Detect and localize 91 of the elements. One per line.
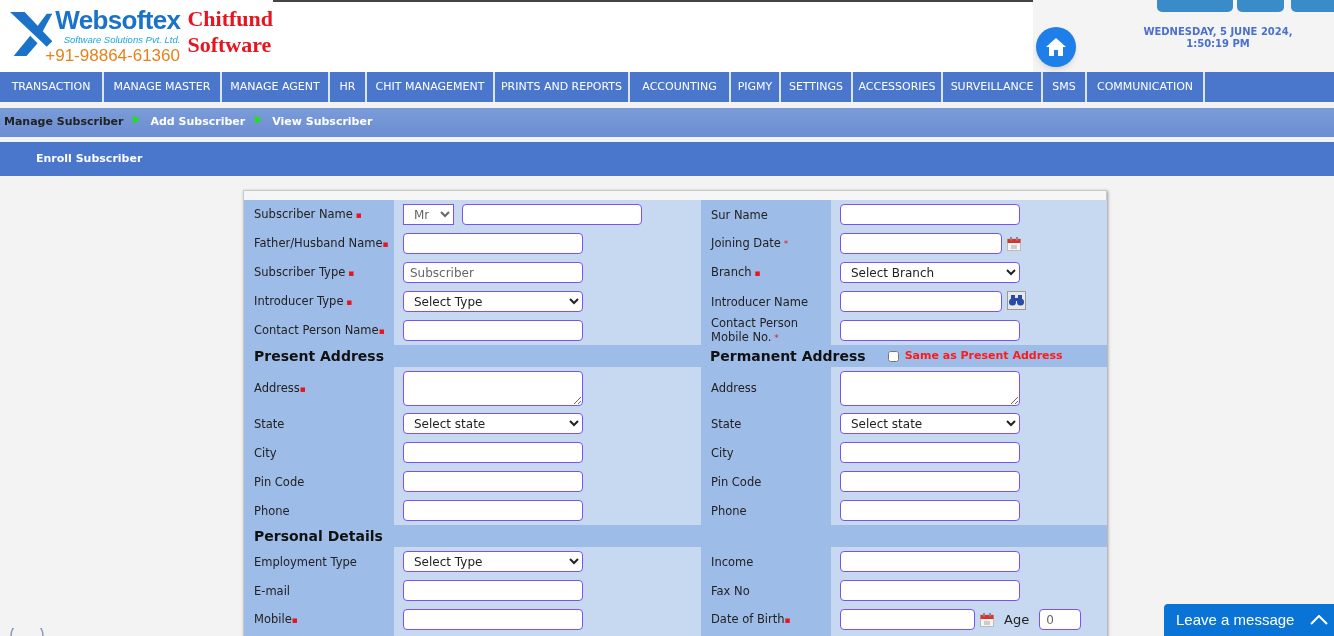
input-field[interactable] xyxy=(840,551,1020,572)
nav-menu-item[interactable]: ACCOUNTING xyxy=(630,72,731,102)
product-name: Software xyxy=(187,32,273,58)
field-label: Joining Date * xyxy=(711,236,789,251)
field-label: Sur Name xyxy=(711,207,768,222)
dropdown[interactable]: Select state xyxy=(403,413,583,434)
phone-number: +91-98864-61360 xyxy=(45,46,181,66)
field-label: Income xyxy=(711,554,754,569)
nav-menu-item[interactable]: PRINTS AND REPORTS xyxy=(495,72,630,102)
field-label: Employment Type xyxy=(254,554,357,569)
field-label: Pin Code xyxy=(711,474,762,489)
nav-menu-item[interactable]: SURVEILLANCE xyxy=(943,72,1043,102)
section-heading: Personal Details xyxy=(254,526,383,546)
nav-menu-item[interactable]: HR xyxy=(330,72,367,102)
nav-menu-item[interactable]: CHIT MANAGEMENT xyxy=(367,72,495,102)
text-area[interactable] xyxy=(840,370,1020,406)
product-name: Chitfund xyxy=(187,6,273,32)
field-label: Introducer Type ▪ xyxy=(254,294,353,309)
field-label: Phone xyxy=(711,503,747,518)
input-field[interactable] xyxy=(840,609,975,630)
nav-menu-item[interactable]: MANAGE MASTER xyxy=(104,72,222,102)
field-label: State xyxy=(254,416,285,431)
field-label: Subscriber Name ▪ xyxy=(254,207,362,222)
home-icon xyxy=(1045,37,1067,57)
field-label: Contact Person Mobile No. * xyxy=(711,316,800,345)
input-field[interactable] xyxy=(403,442,583,463)
section-heading: Present Address xyxy=(254,346,384,366)
input-field[interactable] xyxy=(403,471,583,492)
dropdown[interactable]: Select Branch xyxy=(840,262,1020,283)
input-field[interactable] xyxy=(462,204,642,225)
field-label: Address▪ xyxy=(254,380,306,396)
title-select[interactable]: Mr xyxy=(403,204,454,225)
field-label: Father/Husband Name▪ xyxy=(254,236,389,251)
input-field[interactable] xyxy=(403,233,583,254)
input-field[interactable] xyxy=(403,609,583,630)
section-heading: Permanent Address xyxy=(710,346,866,366)
field-label: Pin Code xyxy=(254,474,305,489)
field-label: Branch ▪ xyxy=(711,265,761,280)
input-field[interactable] xyxy=(403,580,583,601)
calendar-icon[interactable] xyxy=(980,612,994,627)
input-field[interactable] xyxy=(840,204,1020,225)
field-label: Fax No xyxy=(711,583,750,598)
chevron-up-icon xyxy=(1310,615,1328,625)
input-field[interactable] xyxy=(840,233,1002,254)
arrow-icon xyxy=(133,115,141,124)
current-time: 1:50:19 PM xyxy=(1186,38,1250,50)
checkbox-label: Same as Present Address xyxy=(904,347,1063,364)
dropdown[interactable]: Select state xyxy=(840,413,1020,434)
nav-menu-item[interactable]: COMMUNICATION xyxy=(1087,72,1205,102)
nav-menu-item[interactable]: ACCESSORIES xyxy=(853,72,943,102)
nav-menu-item[interactable]: MANAGE AGENT xyxy=(222,72,330,102)
field-label: Subscriber Type ▪ xyxy=(254,265,355,280)
field-label: State xyxy=(711,416,742,431)
chat-label: Leave a message xyxy=(1176,609,1295,630)
input-field[interactable] xyxy=(840,500,1020,521)
field-label: Age xyxy=(1003,610,1031,629)
dropdown[interactable]: Select Type xyxy=(403,551,583,572)
input-field[interactable] xyxy=(840,580,1020,601)
brand-name: Websoftex xyxy=(55,6,181,34)
binoculars-icon[interactable] xyxy=(1007,290,1026,310)
arrow-icon xyxy=(255,115,263,124)
breadcrumb-link[interactable]: Add Subscriber xyxy=(150,114,246,131)
field-label: City xyxy=(711,445,734,460)
breadcrumb-link[interactable]: Manage Subscriber xyxy=(4,114,124,131)
field-label: Address xyxy=(711,381,757,395)
home-button[interactable] xyxy=(1036,27,1076,67)
field-label: Introducer Name xyxy=(711,294,808,309)
nav-menu-item[interactable]: TRANSACTION xyxy=(0,72,104,102)
dropdown[interactable]: Select Type xyxy=(403,291,583,312)
nav-menu-item[interactable]: PIGMY xyxy=(731,72,781,102)
text-area[interactable] xyxy=(403,370,583,406)
page-title: Enroll Subscriber xyxy=(36,150,143,167)
input-field[interactable] xyxy=(403,500,583,521)
breadcrumb-link[interactable]: View Subscriber xyxy=(272,114,373,131)
field-label: Date of Birth▪ xyxy=(711,612,791,627)
input-field[interactable] xyxy=(840,442,1020,463)
input-field[interactable] xyxy=(840,320,1020,341)
field-label: E-mail xyxy=(254,583,291,598)
input-field[interactable] xyxy=(403,320,583,341)
chat-widget[interactable]: Leave a message xyxy=(1164,604,1334,636)
field-label: Phone xyxy=(254,503,290,518)
current-date: WEDNESDAY, 5 JUNE 2024, xyxy=(1143,26,1293,38)
field-label: Contact Person Name▪ xyxy=(254,323,385,338)
input-field[interactable] xyxy=(840,471,1020,492)
checkbox[interactable] xyxy=(887,350,899,362)
brand-tagline: Software Solutions Pvt. Ltd. xyxy=(63,34,181,46)
field-label: Mobile▪ xyxy=(254,612,298,627)
nav-menu-item[interactable]: SETTINGS xyxy=(781,72,853,102)
calendar-icon[interactable] xyxy=(1007,236,1021,251)
nav-menu-item[interactable]: SMS xyxy=(1043,72,1087,102)
field-label: City xyxy=(254,445,277,460)
